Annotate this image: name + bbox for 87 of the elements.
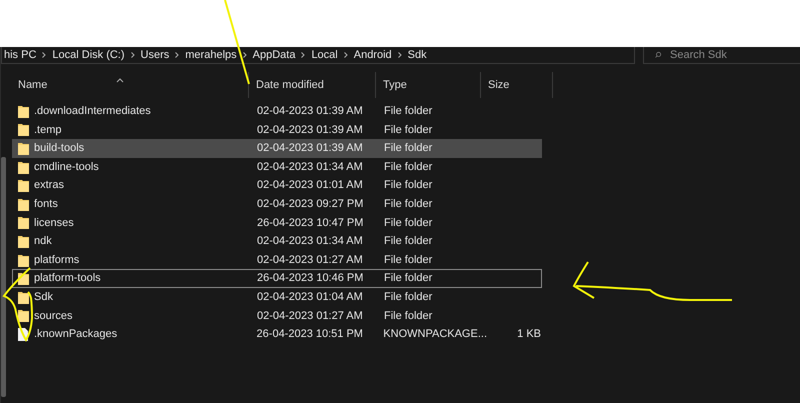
folder-icon	[18, 198, 29, 211]
breadcrumb-item[interactable]: Local	[311, 48, 338, 62]
file-row[interactable]: fonts 02-04-2023 09:27 PM File folder	[12, 194, 542, 214]
date-modified: 26-04-2023 10:46 PM	[257, 271, 364, 286]
date-modified: 02-04-2023 01:27 AM	[257, 252, 363, 268]
file-row[interactable]: sources 02-04-2023 01:27 AM File folder	[12, 306, 542, 326]
file-type: File folder	[384, 290, 432, 305]
column-header[interactable]: Size	[481, 72, 553, 98]
file-row[interactable]: licenses 26-04-2023 10:47 PM File folder	[12, 214, 542, 232]
folder-icon	[18, 216, 29, 230]
file-row[interactable]: platform-tools 26-04-2023 10:46 PM File folder	[12, 269, 542, 288]
file-type: File folder	[384, 252, 432, 268]
breadcrumb-item[interactable]: AppData	[252, 48, 296, 62]
folder-icon	[18, 309, 29, 322]
chevron-icon	[175, 52, 180, 58]
file-type: File folder	[384, 122, 432, 138]
scrollbar-thumb[interactable]	[1, 157, 6, 397]
file-type: File folder	[384, 160, 432, 175]
folder-icon	[18, 290, 29, 304]
file-row[interactable]: .knownPackages 26-04-2023 10:51 PM KNOWNPACKAGE... 1 KB	[12, 325, 542, 344]
file-name: ndk	[34, 234, 52, 250]
file-row[interactable]: .downloadIntermediates 02-04-2023 01:39 AM File folder	[12, 102, 542, 121]
date-modified: 02-04-2023 01:39 AM	[257, 104, 363, 120]
date-modified: 26-04-2023 10:51 PM	[256, 327, 363, 342]
file-name: fonts	[34, 197, 58, 212]
breadcrumb-item[interactable]: Sdk	[408, 48, 427, 62]
file-type: File folder	[384, 104, 432, 120]
file-row[interactable]: extras 02-04-2023 01:01 AM File folder	[12, 176, 542, 195]
file-type: File folder	[384, 308, 432, 324]
file-size: 1 KB	[517, 327, 541, 342]
chevron-icon	[130, 52, 135, 58]
chevron-icon	[42, 52, 46, 58]
file-name: build-tools	[34, 141, 84, 156]
file-name: platforms	[34, 252, 80, 268]
chevron-icon	[242, 52, 247, 58]
file-name: extras	[34, 178, 64, 194]
chevron-icon	[301, 52, 306, 58]
folder-icon	[18, 142, 29, 155]
file-name: Sdk	[34, 290, 53, 305]
breadcrumb-item[interactable]: Users	[140, 48, 170, 62]
file-type: KNOWNPACKAGE...	[383, 327, 487, 342]
chevron-icon	[344, 52, 348, 58]
folder-icon	[18, 160, 29, 174]
breadcrumb-item[interactable]: Local Disk (C:)	[52, 48, 125, 62]
chevron-icon	[398, 52, 402, 58]
search-icon	[653, 52, 663, 58]
file-type: File folder	[384, 178, 432, 194]
file-name: licenses	[34, 216, 74, 231]
date-modified: 02-04-2023 01:39 AM	[257, 141, 363, 156]
date-modified: 02-04-2023 01:27 AM	[257, 308, 363, 324]
address-bar[interactable]: his PC Local Disk (C:) Users merahelps AppData Local Android Sdk	[1, 47, 635, 64]
date-modified: 02-04-2023 09:27 PM	[257, 197, 364, 212]
folder-icon	[18, 234, 29, 248]
breadcrumb-item[interactable]: Android	[354, 48, 392, 62]
breadcrumb-item[interactable]: merahelps	[185, 48, 237, 62]
column-header[interactable]: Name	[11, 72, 249, 98]
file-type: File folder	[384, 216, 432, 231]
file-type: File folder	[384, 197, 432, 212]
file-name: .downloadIntermediates	[34, 104, 151, 120]
file-name: .knownPackages	[34, 327, 118, 342]
file-name: sources	[34, 308, 73, 324]
search-field[interactable]: Search Sdk	[643, 47, 800, 64]
file-row[interactable]: Sdk 02-04-2023 01:04 AM File folder	[12, 288, 542, 307]
date-modified: 26-04-2023 10:47 PM	[257, 216, 364, 231]
date-modified: 02-04-2023 01:34 AM	[257, 234, 363, 250]
file-row[interactable]: build-tools 02-04-2023 01:39 AM File folder	[12, 139, 542, 158]
file-type: File folder	[384, 271, 432, 286]
date-modified: 02-04-2023 01:39 AM	[257, 122, 363, 138]
folder-icon	[18, 104, 29, 118]
file-row[interactable]: platforms 02-04-2023 01:27 AM File folder	[12, 250, 542, 270]
file-row[interactable]: ndk 02-04-2023 01:34 AM File folder	[12, 232, 542, 251]
file-type: File folder	[384, 234, 432, 250]
file-type: File folder	[384, 141, 432, 156]
folder-icon	[18, 179, 29, 192]
folder-icon	[18, 123, 29, 136]
date-modified: 02-04-2023 01:01 AM	[257, 178, 363, 194]
file-row[interactable]: cmdline-tools 02-04-2023 01:34 AM File folder	[12, 158, 542, 176]
file-row[interactable]: .temp 02-04-2023 01:39 AM File folder	[12, 120, 542, 140]
folder-icon	[18, 254, 29, 267]
column-header[interactable]: Date modified	[249, 72, 376, 98]
column-header[interactable]: Type	[376, 72, 481, 98]
date-modified: 02-04-2023 01:04 AM	[257, 290, 363, 305]
file-name: cmdline-tools	[34, 160, 99, 175]
file-name: .temp	[34, 122, 62, 138]
breadcrumb-item[interactable]: his PC	[4, 48, 36, 62]
file-name: platform-tools	[34, 271, 101, 286]
date-modified: 02-04-2023 01:34 AM	[257, 160, 363, 175]
